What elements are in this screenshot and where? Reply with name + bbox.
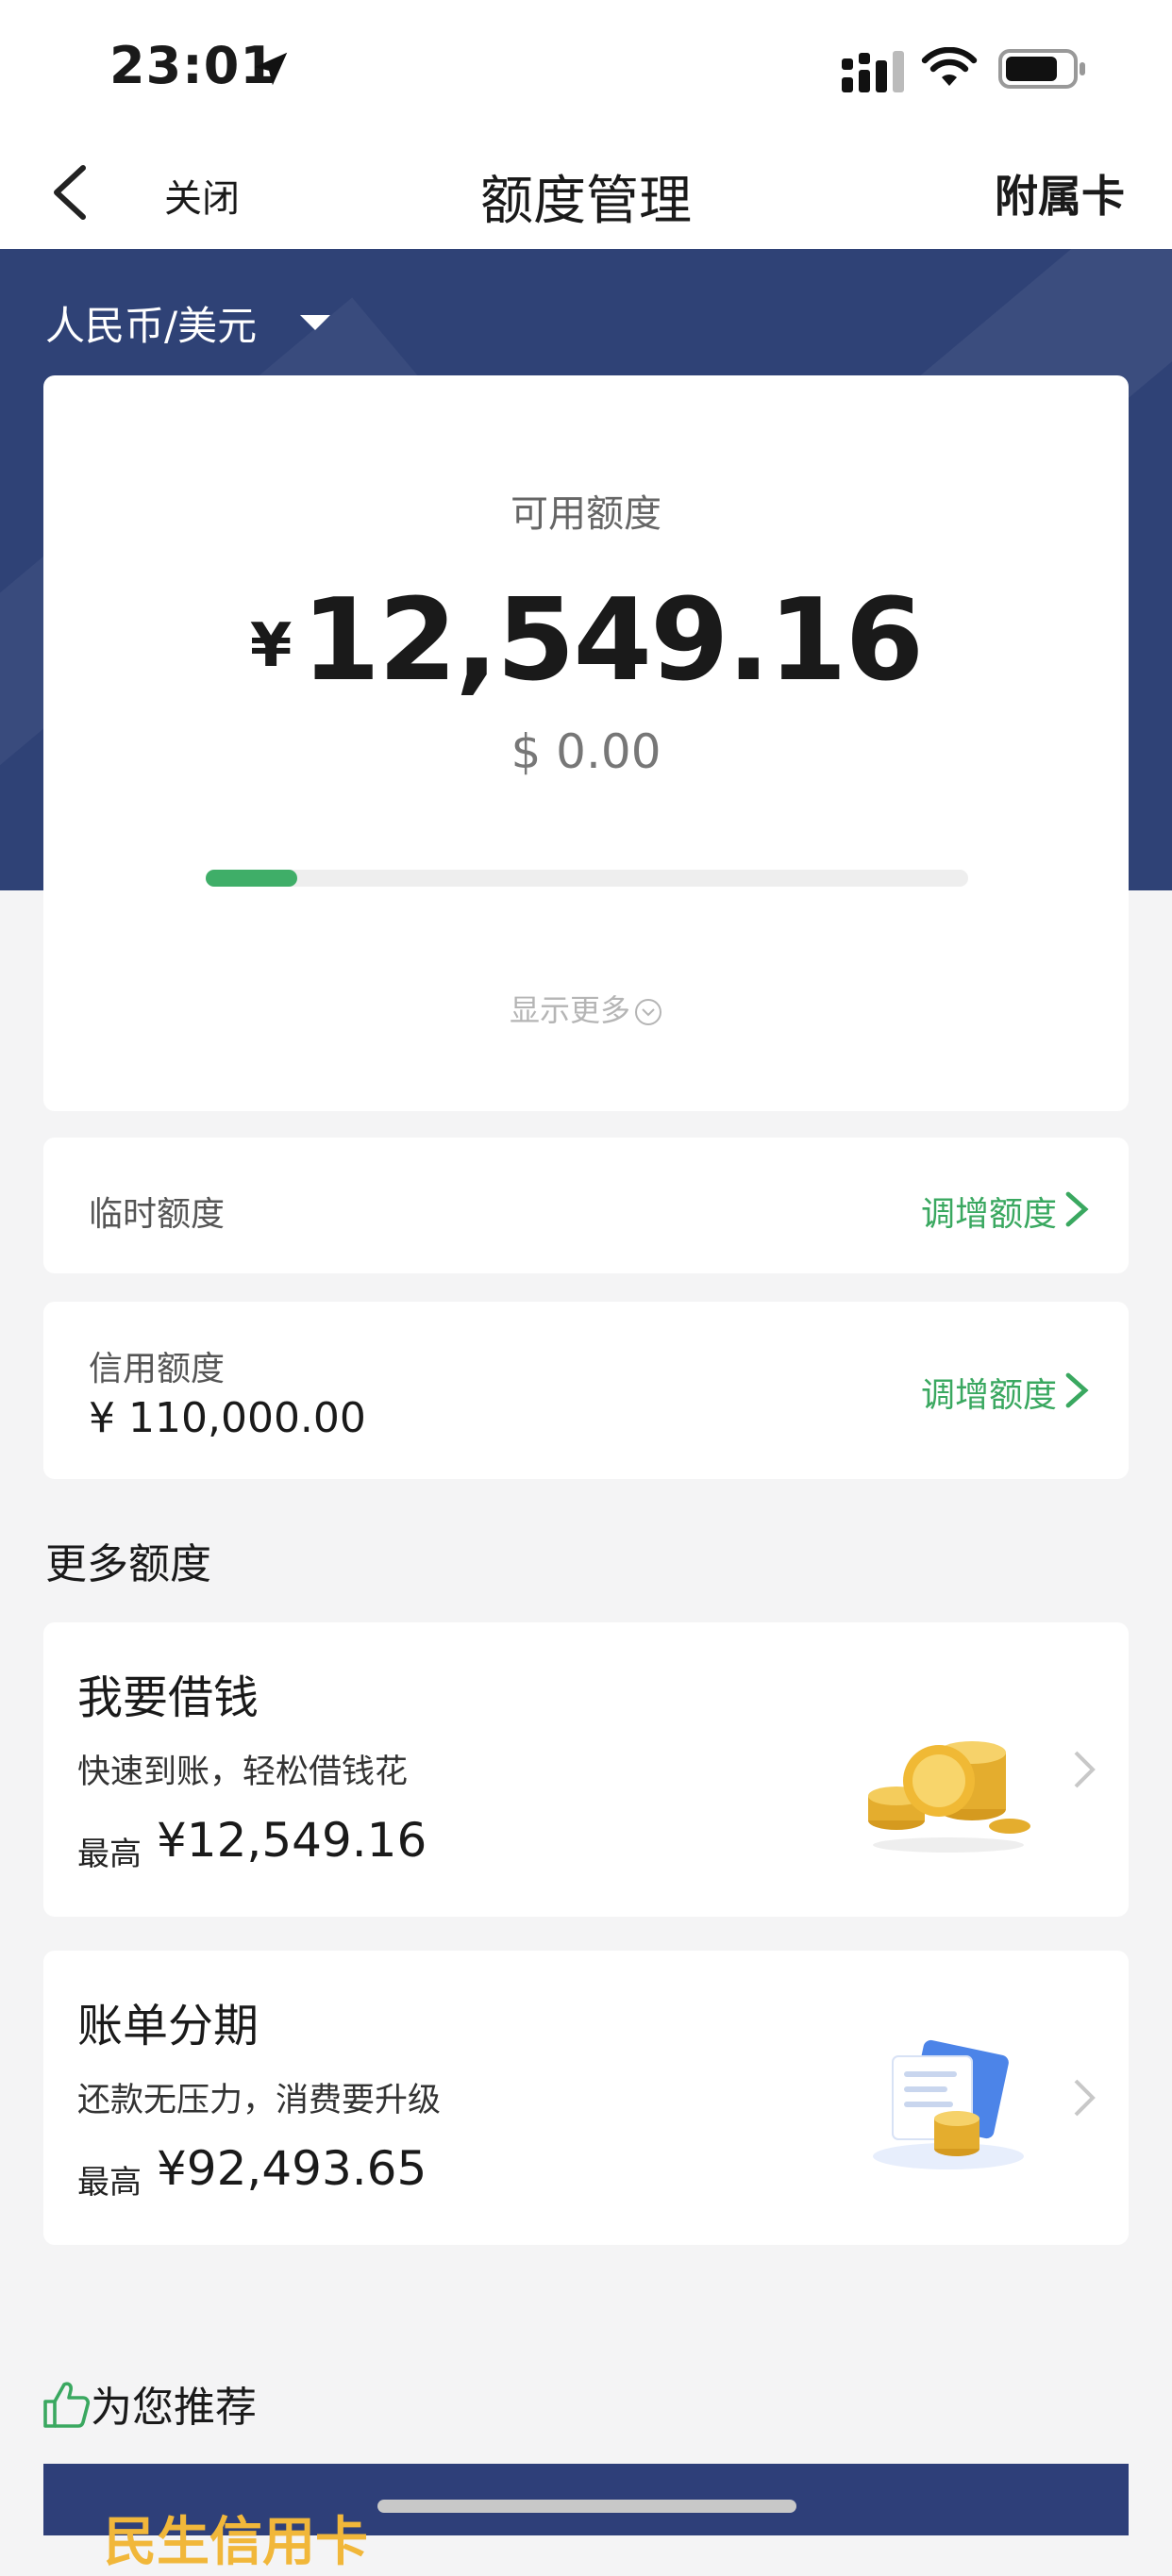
more-limits-heading: 更多额度 [45,1540,211,1588]
borrow-title: 我要借钱 [77,1671,260,1724]
show-more-button[interactable]: 显示更多 [0,987,1172,1030]
chevron-down-circle-icon [635,999,661,1025]
installment-title: 账单分期 [77,2000,260,2052]
credit-limit-increase-button[interactable]: 调增额度 [921,1368,1057,1417]
usage-progress-fill [206,870,297,887]
installment-max-label: 最高 [77,2164,142,2202]
chevron-right-icon [1065,1372,1089,1408]
battery-icon [998,49,1085,89]
chevron-right-icon [1074,1751,1096,1788]
currency-selector[interactable]: 人民币/美元 [45,294,257,352]
banner-headline: 民生信用卡 [104,2512,368,2573]
temporary-limit-increase-button[interactable]: 调增额度 [921,1187,1057,1236]
usd-amount: $ 0.00 [511,724,661,779]
credit-limit-label: 信用额度 [89,1350,226,1388]
credit-limit-value: ¥ 110,000.00 [89,1394,366,1442]
location-arrow-icon [254,52,288,86]
borrow-max-value: ¥12,549.16 [157,1813,427,1868]
available-amount-value: 12,549.16 [301,575,924,706]
borrow-max-label: 最高 [77,1836,142,1873]
thumbs-up-icon [43,2382,91,2428]
supplementary-card-button[interactable]: 附属卡 [995,162,1125,224]
borrow-subtitle: 快速到账，轻松借钱花 [77,1753,409,1791]
chevron-right-icon [1065,1191,1089,1227]
recommend-heading: 为您推荐 [91,2384,257,2432]
wifi-icon [921,47,978,86]
yen-symbol: ¥ [249,611,293,681]
usage-progress-track [206,870,968,887]
available-limit-label: 可用额度 [511,492,661,536]
gold-coins-icon [868,1741,1030,1853]
chevron-right-icon [1074,2079,1096,2117]
installment-subtitle: 还款无压力，消费要升级 [77,2082,442,2119]
available-amount: ¥12,549.16 [0,575,1172,706]
installment-max-value: ¥92,493.65 [157,2141,427,2196]
cellular-signal-icon [842,51,904,92]
caret-down-icon[interactable] [300,315,330,330]
bill-coins-icon [873,2039,1024,2169]
home-indicator[interactable] [377,2500,796,2513]
show-more-label: 显示更多 [509,992,630,1028]
temporary-limit-label: 临时额度 [89,1195,226,1234]
